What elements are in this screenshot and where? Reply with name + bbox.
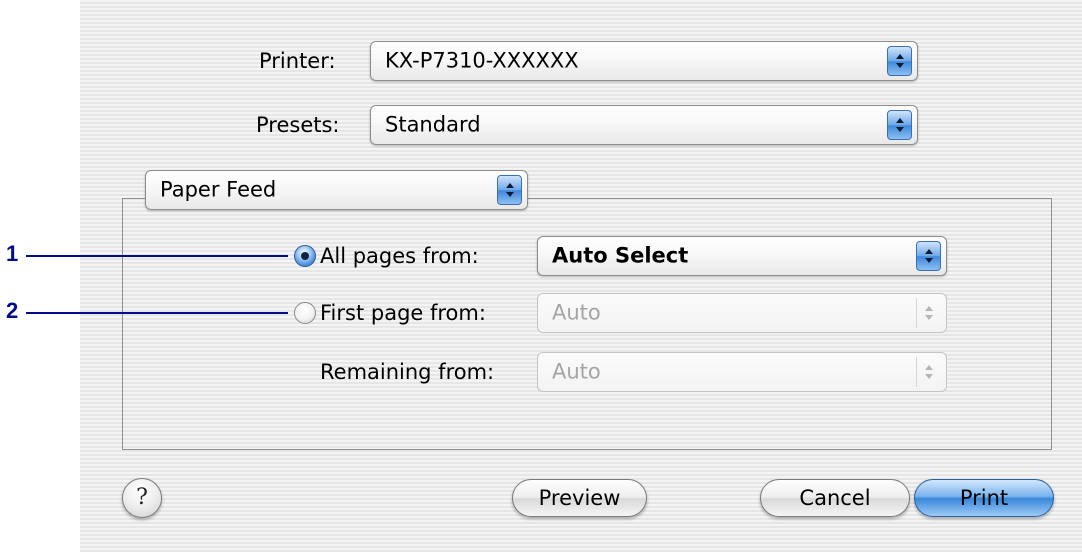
preview-button[interactable]: Preview <box>512 479 647 517</box>
callout-2-line <box>26 312 288 314</box>
first-page-value: Auto <box>552 300 601 325</box>
popup-arrows-icon <box>916 298 941 328</box>
popup-arrows-icon <box>887 46 912 76</box>
print-button[interactable]: Print <box>914 479 1054 517</box>
presets-popup[interactable]: Standard <box>370 105 918 145</box>
radio-dot-icon <box>301 252 309 260</box>
remaining-value: Auto <box>552 359 601 384</box>
printer-label: Printer: <box>259 49 336 73</box>
panel-selector-value: Paper Feed <box>160 177 277 202</box>
callout-1-line <box>26 255 288 257</box>
help-button[interactable]: ? <box>122 478 162 518</box>
callout-2-number: 2 <box>6 298 19 323</box>
popup-arrows-icon <box>887 110 912 140</box>
all-pages-radio[interactable] <box>294 245 316 267</box>
popup-arrows-icon <box>497 175 522 205</box>
presets-label: Presets: <box>256 113 340 137</box>
all-pages-label: All pages from: <box>320 244 479 268</box>
panel-selector-popup[interactable]: Paper Feed <box>145 170 528 210</box>
callout-1-number: 1 <box>6 241 19 266</box>
first-page-label: First page from: <box>320 301 486 325</box>
presets-value: Standard <box>385 112 481 137</box>
printer-popup[interactable]: KX-P7310-XXXXXX <box>370 41 918 81</box>
popup-arrows-icon <box>916 357 941 387</box>
question-mark-icon: ? <box>136 485 148 510</box>
all-pages-value: Auto Select <box>552 243 689 268</box>
remaining-label: Remaining from: <box>320 360 495 384</box>
popup-arrows-icon <box>916 241 941 271</box>
cancel-button[interactable]: Cancel <box>760 479 910 517</box>
first-page-popup[interactable]: Auto <box>537 293 947 333</box>
printer-value: KX-P7310-XXXXXX <box>385 48 579 73</box>
first-page-radio[interactable] <box>294 302 316 324</box>
all-pages-popup[interactable]: Auto Select <box>537 236 947 276</box>
remaining-popup[interactable]: Auto <box>537 352 947 392</box>
